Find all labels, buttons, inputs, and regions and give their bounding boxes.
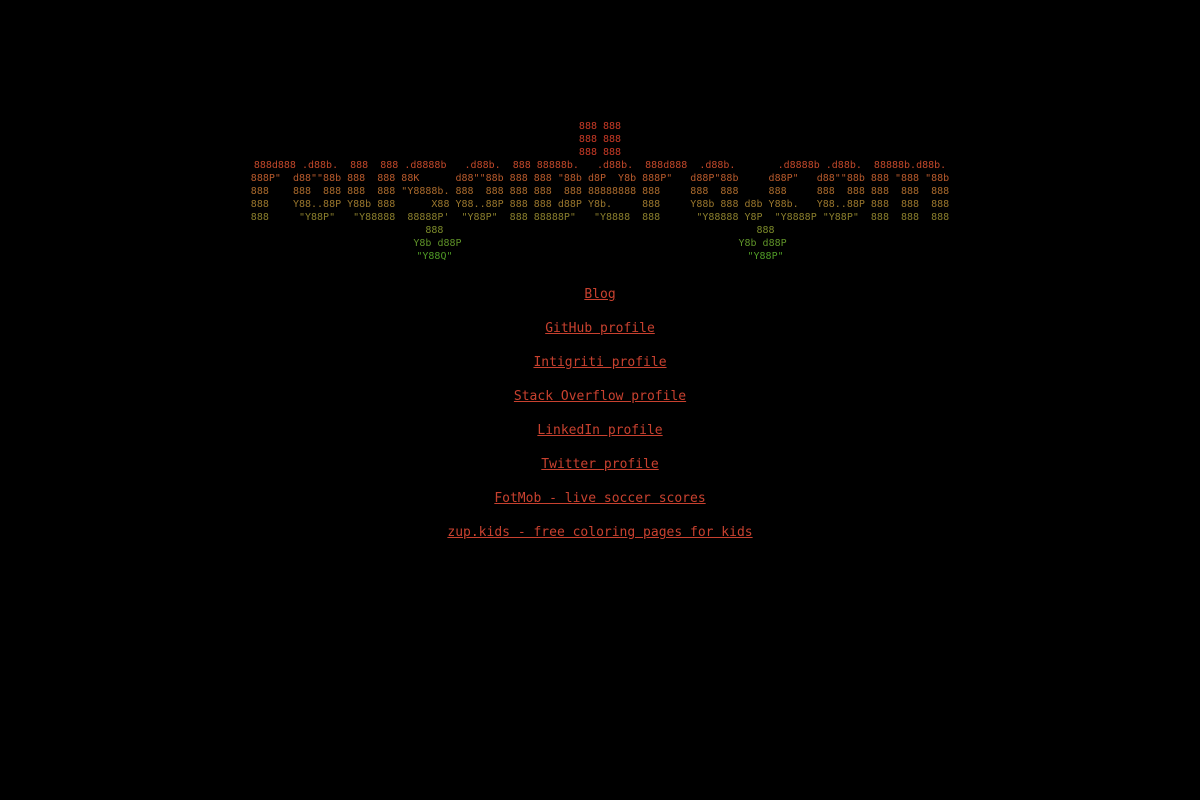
ascii-art-line: 888 888 bbox=[578, 134, 622, 145]
link-row: LinkedIn profile bbox=[0, 420, 1200, 454]
ascii-art-banner: 888 888 888 888 888 888 888d888 .d88b. 8… bbox=[0, 120, 1200, 263]
zup-kids-link[interactable]: zup.kids - free coloring pages for kids bbox=[447, 525, 752, 540]
link-row: Stack Overflow profile bbox=[0, 386, 1200, 420]
link-row: Twitter profile bbox=[0, 454, 1200, 488]
ascii-art-line: Y8b d88P Y8b d88P bbox=[413, 238, 787, 249]
blog-link[interactable]: Blog bbox=[584, 287, 615, 302]
link-row: FotMob - live soccer scores bbox=[0, 488, 1200, 522]
ascii-art-line: 888P" d88""88b 888 888 88K d88""88b 888 … bbox=[250, 173, 950, 184]
link-row: Blog bbox=[0, 284, 1200, 318]
fotmob-link[interactable]: FotMob - live soccer scores bbox=[494, 491, 705, 506]
intigriti-profile-link[interactable]: Intigriti profile bbox=[533, 355, 666, 370]
profile-links-list: Blog GitHub profile Intigriti profile St… bbox=[0, 284, 1200, 556]
ascii-art-line: 888d888 .d88b. 888 888 .d8888b .d88b. 88… bbox=[253, 160, 947, 171]
link-row: GitHub profile bbox=[0, 318, 1200, 352]
ascii-art-line: 888 888 bbox=[425, 225, 775, 236]
ascii-art-line: 888 "Y88P" "Y88888 88888P' "Y88P" 888 88… bbox=[250, 212, 950, 223]
page: 888 888 888 888 888 888 888d888 .d88b. 8… bbox=[0, 0, 1200, 800]
linkedin-profile-link[interactable]: LinkedIn profile bbox=[537, 423, 662, 438]
link-row: Intigriti profile bbox=[0, 352, 1200, 386]
ascii-art-line: 888 888 888 888 888 "Y8888b. 888 888 888… bbox=[250, 186, 950, 197]
ascii-art-line: 888 888 bbox=[578, 121, 622, 132]
twitter-profile-link[interactable]: Twitter profile bbox=[541, 457, 658, 472]
github-profile-link[interactable]: GitHub profile bbox=[545, 321, 655, 336]
ascii-art-line: 888 888 bbox=[578, 147, 622, 158]
ascii-art-line: "Y88Q" "Y88P" bbox=[416, 251, 784, 262]
ascii-art-line: 888 Y88..88P Y88b 888 X88 Y88..88P 888 8… bbox=[250, 199, 950, 210]
stack-overflow-profile-link[interactable]: Stack Overflow profile bbox=[514, 389, 686, 404]
link-row: zup.kids - free coloring pages for kids bbox=[0, 522, 1200, 556]
